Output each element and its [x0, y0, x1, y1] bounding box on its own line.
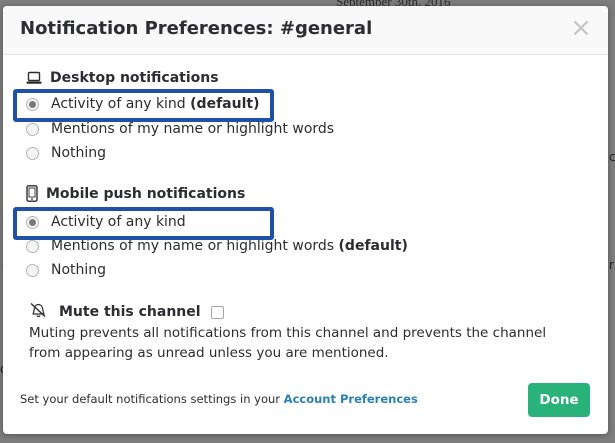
default-tag: (default) — [338, 238, 408, 254]
close-button[interactable]: × — [568, 15, 594, 41]
footer-text: Set your default notifications settings … — [20, 392, 418, 406]
mute-channel-description: Muting prevents all notifications from t… — [29, 325, 547, 361]
radio-button[interactable] — [26, 146, 39, 160]
laptop-icon — [26, 71, 42, 85]
mute-channel-label: Mute this channel — [59, 304, 201, 320]
bell-slash-icon — [29, 302, 59, 322]
mobile-option-mentions[interactable]: Mentions of my name or highlight words (… — [26, 238, 408, 254]
mute-channel-row[interactable]: Mute this channel — [29, 302, 224, 322]
mobile-notifications-heading: Mobile push notifications — [26, 185, 245, 202]
radio-label-text: Mentions of my name or highlight words — [51, 121, 335, 137]
mobile-phone-icon — [26, 185, 38, 202]
dialog-title: Notification Preferences: #general — [20, 18, 373, 39]
desktop-option-nothing[interactable]: Nothing — [26, 145, 106, 161]
mute-channel-checkbox[interactable] — [210, 305, 224, 319]
desktop-notifications-heading: Desktop notifications — [26, 70, 219, 86]
desktop-option-mentions[interactable]: Mentions of my name or highlight words — [26, 121, 334, 137]
highlight-box — [13, 207, 274, 240]
radio-button[interactable] — [26, 239, 39, 253]
done-button[interactable]: Done — [528, 383, 590, 417]
radio-button[interactable] — [26, 263, 39, 277]
background-fragment: r — [609, 258, 614, 272]
notification-preferences-dialog: Notification Preferences: #general × Des… — [3, 6, 608, 434]
radio-label-text: Nothing — [51, 145, 107, 161]
account-preferences-link[interactable]: Account Preferences — [284, 392, 418, 406]
radio-label: Mentions of my name or highlight words (… — [51, 238, 408, 254]
dialog-header: Notification Preferences: #general × — [3, 6, 608, 55]
footer-message: Set your default notifications settings … — [20, 392, 281, 406]
radio-label-text: Mentions of my name or highlight words — [51, 238, 335, 254]
mobile-option-nothing[interactable]: Nothing — [26, 262, 106, 278]
mobile-notifications-label: Mobile push notifications — [46, 185, 246, 202]
highlight-box — [13, 89, 274, 122]
radio-label-text: Nothing — [51, 262, 107, 278]
radio-button[interactable] — [26, 122, 39, 136]
background-fragment: c — [609, 150, 615, 164]
desktop-notifications-label: Desktop notifications — [50, 70, 219, 86]
